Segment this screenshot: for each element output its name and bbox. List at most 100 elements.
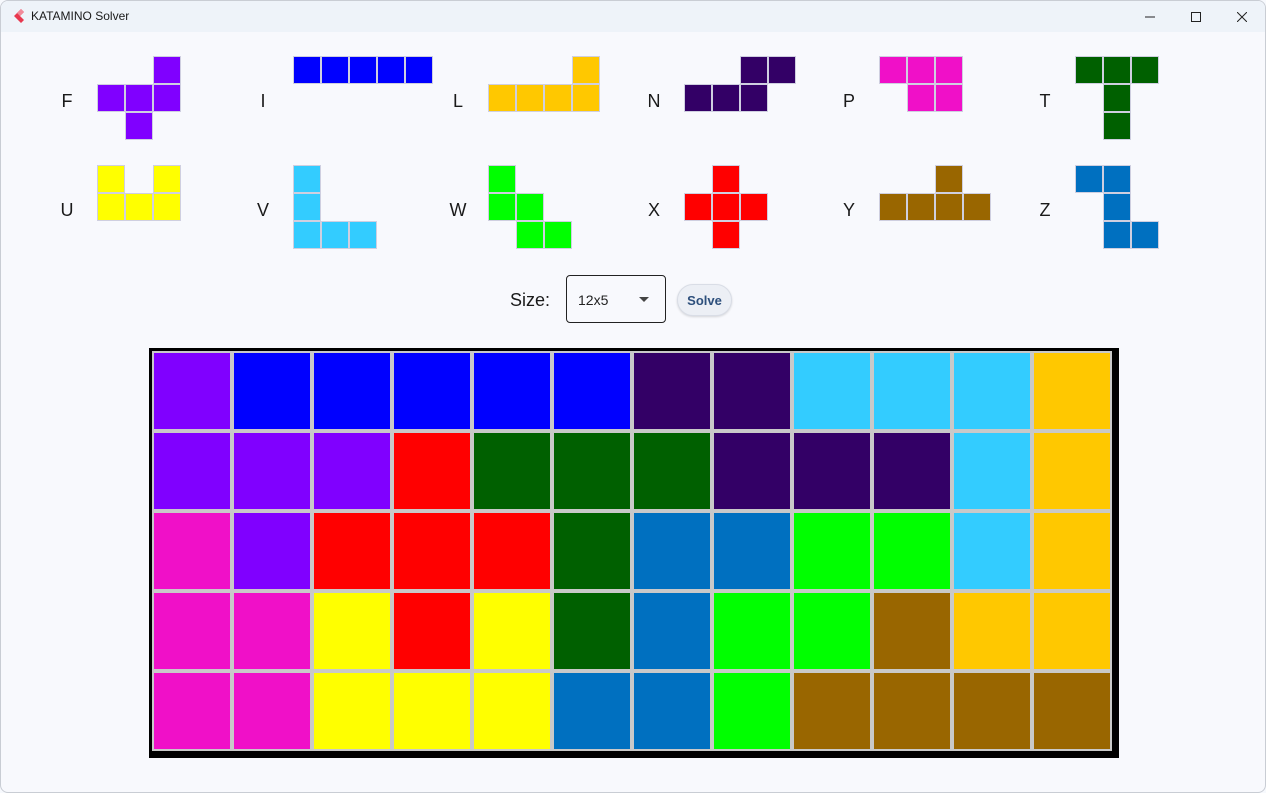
board-cell-u <box>312 591 392 671</box>
piece-p-cell <box>907 84 935 112</box>
board-cell-u <box>392 671 472 751</box>
piece-w-cell <box>488 193 516 221</box>
board-cell-l <box>1032 351 1112 431</box>
board-cell-i <box>392 351 472 431</box>
piece-n-cell <box>740 56 768 84</box>
board-cell-w <box>872 511 952 591</box>
piece-f-cell <box>125 84 153 112</box>
piece-l-cell <box>544 84 572 112</box>
piece-l-cell <box>572 84 600 112</box>
size-dropdown[interactable]: 12x5 <box>566 275 666 323</box>
minimize-icon <box>1145 16 1155 17</box>
board-cell-f <box>232 431 312 511</box>
piece-w-cell <box>516 221 544 249</box>
title-bar[interactable]: KATAMINO Solver <box>1 1 1265 32</box>
piece-w-cell <box>516 193 544 221</box>
board-cell-t <box>552 591 632 671</box>
board-cell-y <box>872 671 952 751</box>
board-cell-w <box>712 591 792 671</box>
piece-l-cell <box>488 84 516 112</box>
board-cell-v <box>872 351 952 431</box>
board-cell-v <box>952 351 1032 431</box>
chevron-down-icon <box>639 297 649 302</box>
board-cell-z <box>632 591 712 671</box>
piece-v-cell <box>293 193 321 221</box>
piece-u-cell <box>97 193 125 221</box>
piece-label-u: U <box>60 200 74 220</box>
piece-t-cell <box>1103 84 1131 112</box>
board-cell-y <box>792 671 872 751</box>
piece-label-y: Y <box>842 200 855 220</box>
piece-z-cell <box>1103 165 1131 193</box>
piece-label-z: Z <box>1039 200 1051 220</box>
piece-v-cell <box>349 221 377 249</box>
piece-n-cell <box>768 56 796 84</box>
size-label: Size: <box>510 290 551 310</box>
board-cell-t <box>472 431 552 511</box>
maximize-button[interactable] <box>1173 1 1219 32</box>
piece-y-cell <box>907 193 935 221</box>
size-selected-value: 12x5 <box>578 292 609 308</box>
piece-l-cell <box>516 84 544 112</box>
piece-z-cell <box>1103 193 1131 221</box>
piece-label-i: I <box>260 91 266 111</box>
piece-z-cell <box>1103 221 1131 249</box>
piece-label-f: F <box>61 91 73 111</box>
board-cell-l <box>1032 591 1112 671</box>
piece-x-cell <box>740 193 768 221</box>
piece-t-cell <box>1103 112 1131 140</box>
board-cell-u <box>472 591 552 671</box>
board-cell-t <box>552 511 632 591</box>
piece-l-cell <box>572 56 600 84</box>
board-cell-w <box>792 591 872 671</box>
board-cell-f <box>312 431 392 511</box>
piece-label-n: N <box>647 91 661 111</box>
piece-p-cell <box>907 56 935 84</box>
app-window: KATAMINO Solver FILNPTUVWXYZ Size: 12x5 … <box>0 0 1266 793</box>
piece-z-cell <box>1131 221 1159 249</box>
board-cell-u <box>472 671 552 751</box>
piece-i-cell <box>405 56 433 84</box>
board-cell-v <box>792 351 872 431</box>
board-cell-p <box>232 591 312 671</box>
piece-v-cell <box>321 221 349 249</box>
piece-i-cell <box>293 56 321 84</box>
board-cell-v <box>952 431 1032 511</box>
piece-n-cell <box>684 84 712 112</box>
board-cell-x <box>312 511 392 591</box>
piece-f-cell <box>97 84 125 112</box>
board-cell-x <box>392 591 472 671</box>
piece-t-cell <box>1075 56 1103 84</box>
piece-f-cell <box>153 84 181 112</box>
close-button[interactable] <box>1219 1 1265 32</box>
board-cell-u <box>312 671 392 751</box>
board-cell-z <box>632 511 712 591</box>
piece-p-cell <box>935 56 963 84</box>
piece-p-cell <box>879 56 907 84</box>
board-cell-t <box>552 431 632 511</box>
piece-w-cell <box>544 221 572 249</box>
piece-i-cell <box>377 56 405 84</box>
piece-f-cell <box>125 112 153 140</box>
minimize-button[interactable] <box>1127 1 1173 32</box>
piece-x-cell <box>712 165 740 193</box>
board-cell-p <box>232 671 312 751</box>
piece-label-t: T <box>1039 91 1051 111</box>
board-cell-x <box>472 511 552 591</box>
solve-button[interactable]: Solve <box>677 284 732 316</box>
piece-u-cell <box>153 165 181 193</box>
board-cell-z <box>552 671 632 751</box>
board-cell-y <box>1032 671 1112 751</box>
board-cell-p <box>152 671 232 751</box>
piece-w-cell <box>488 165 516 193</box>
piece-v-cell <box>293 165 321 193</box>
piece-u-cell <box>125 193 153 221</box>
board-cell-x <box>392 431 472 511</box>
board-cell-p <box>152 591 232 671</box>
piece-f-cell <box>153 56 181 84</box>
piece-p-cell <box>935 84 963 112</box>
board-cell-n <box>872 431 952 511</box>
piece-z-cell <box>1075 165 1103 193</box>
board-cell-z <box>712 511 792 591</box>
piece-label-p: P <box>842 91 855 111</box>
